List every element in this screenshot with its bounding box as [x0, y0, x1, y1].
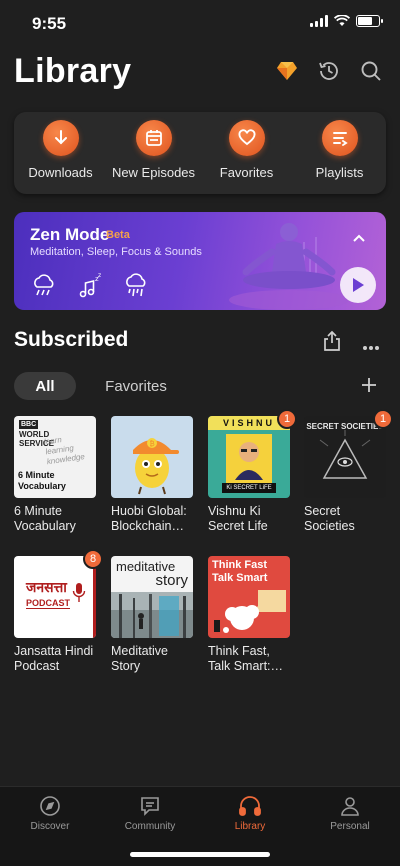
cover-text: meditative story	[116, 560, 188, 589]
nav-personal[interactable]: Personal	[310, 795, 390, 832]
podcast-cover-6-minute-vocabulary: BBC WORLD SERVICE learn learning knowledge…	[14, 416, 96, 498]
downloads-button[interactable]: Downloads	[15, 120, 107, 180]
unread-badge: 1	[277, 409, 297, 429]
unread-badge: 8	[83, 549, 103, 569]
favorites-label: Favorites	[219, 165, 274, 180]
nav-label: Community	[124, 821, 176, 832]
podcast-title: Meditative Story	[111, 644, 168, 673]
podcast-title: 6 Minute Vocabulary	[14, 504, 76, 533]
forest-photo	[111, 592, 193, 638]
podcast-item[interactable]: SECRET SOCIETIES 1 Secret Societies	[304, 409, 393, 534]
sleep-music-icon[interactable]: z z	[76, 272, 104, 300]
zen-mode-title: Zen Mode	[30, 225, 110, 244]
more-options-icon[interactable]	[362, 338, 380, 356]
nav-discover[interactable]: Discover	[10, 795, 90, 832]
tab-favorites[interactable]: Favorites	[94, 372, 178, 400]
nav-community[interactable]: Community	[110, 795, 190, 832]
quick-actions-card: Downloads New Episodes Favorites Playlis…	[14, 112, 386, 194]
heavy-rain-icon[interactable]	[122, 272, 150, 300]
filter-tabs: All Favorites	[14, 372, 386, 400]
podcast-item[interactable]: BBC WORLD SERVICE learn learning knowledge…	[14, 416, 96, 534]
cover-text-line: 6 Minute	[18, 470, 55, 480]
podcast-cover-think-fast-talk-smart: Think Fast Talk Smart	[208, 556, 290, 638]
svg-text:₿: ₿	[150, 440, 155, 448]
cover-text-line: Think Fast	[212, 559, 268, 571]
status-time: 9:55	[32, 14, 67, 33]
playlists-label: Playlists	[315, 165, 364, 180]
speech-bubbles-illustration	[214, 590, 286, 633]
podcast-cover-vishnu-ki-secret-life: VISHNU Ki SECRET LiFE	[208, 416, 290, 498]
playlist-icon	[321, 120, 358, 156]
podcast-title: Think Fast, Talk Smart:…	[208, 644, 284, 673]
compass-icon	[40, 796, 60, 816]
person-icon	[341, 797, 359, 816]
cover-text: 6 Minute Vocabulary	[18, 470, 66, 492]
meditation-figure-illustration	[229, 223, 349, 310]
status-bar: 9:55	[0, 0, 400, 46]
podcast-cover-secret-societies: SECRET SOCIETIES	[304, 416, 386, 498]
calendar-icon	[135, 120, 172, 156]
downloads-label: Downloads	[28, 165, 93, 180]
pyramid-eye-illustration	[319, 430, 371, 479]
nav-label: Library	[234, 821, 266, 832]
podcast-title: Huobi Global: Blockchain…	[111, 504, 187, 533]
gem-icon[interactable]	[274, 58, 300, 84]
podcast-item[interactable]: meditative story Meditative Story	[111, 556, 193, 674]
favorites-button[interactable]: Favorites	[201, 120, 293, 180]
podcast-title: Vishnu Ki Secret Life	[208, 504, 268, 533]
cover-text-line: story	[155, 572, 188, 589]
cover-text: BBC	[19, 420, 39, 429]
nav-label: Discover	[30, 821, 70, 832]
cover-text: Think Fast Talk Smart	[212, 559, 267, 585]
status-icons	[310, 15, 383, 27]
headphones-icon	[239, 796, 261, 816]
cover-text: PODCAST	[26, 598, 71, 609]
svg-text:z: z	[98, 272, 101, 279]
add-icon[interactable]	[360, 376, 378, 399]
nav-label: Personal	[330, 821, 370, 832]
microphone-icon	[72, 583, 86, 602]
podcast-item[interactable]: ₿ Huobi Global: Blockchain…	[111, 416, 193, 534]
heart-icon	[228, 120, 265, 156]
home-indicator[interactable]	[130, 852, 270, 857]
zen-sounds: z z	[30, 272, 150, 300]
chevron-up-icon[interactable]	[352, 230, 366, 248]
rain-cloud-icon[interactable]	[30, 272, 58, 300]
share-icon[interactable]	[322, 330, 342, 357]
new-episodes-button[interactable]: New Episodes	[108, 120, 200, 180]
podcast-cover-meditative-story: meditative story	[111, 556, 193, 638]
podcast-cover-huobi-global: ₿	[111, 416, 193, 498]
nav-library[interactable]: Library	[210, 795, 290, 832]
mascot-illustration: ₿	[133, 438, 179, 495]
header-actions	[274, 58, 384, 84]
new-episodes-label: New Episodes	[111, 165, 196, 180]
podcast-title: Jansatta Hindi Podcast	[14, 644, 94, 673]
podcast-cover-jansatta: जनसत्ता PODCAST	[14, 556, 96, 638]
page-title: Library	[14, 52, 132, 90]
zen-mode-card[interactable]: Zen Mode Beta Meditation, Sleep, Focus &…	[14, 212, 386, 310]
zen-play-button[interactable]	[340, 267, 376, 303]
play-icon	[353, 278, 364, 292]
beta-badge: Beta	[106, 229, 130, 241]
signal-icon	[310, 15, 328, 27]
cover-text-line: Vocabulary	[18, 481, 66, 491]
history-icon[interactable]	[316, 58, 342, 84]
podcast-item[interactable]: जनसत्ता PODCAST 8 Jansatta Hindi Podcast	[14, 549, 103, 674]
search-icon[interactable]	[358, 58, 384, 84]
section-title-subscribed: Subscribed	[14, 328, 129, 351]
download-icon	[42, 120, 79, 156]
podcast-item[interactable]: Think Fast Talk Smart Think Fast, Talk S…	[208, 556, 290, 674]
wifi-icon	[334, 15, 350, 26]
zen-mode-subtitle: Meditation, Sleep, Focus & Sounds	[30, 246, 202, 258]
chat-icon	[141, 797, 159, 816]
battery-icon	[356, 15, 383, 27]
playlists-button[interactable]: Playlists	[294, 120, 386, 180]
cover-text: जनसत्ता	[26, 579, 67, 595]
cover-text: Ki SECRET LiFE	[222, 483, 276, 493]
unread-badge: 1	[373, 409, 393, 429]
tab-all[interactable]: All	[14, 372, 76, 400]
podcast-title: Secret Societies	[304, 504, 355, 533]
podcast-item[interactable]: VISHNU Ki SECRET LiFE 1 Vishnu Ki Secret…	[208, 409, 297, 534]
